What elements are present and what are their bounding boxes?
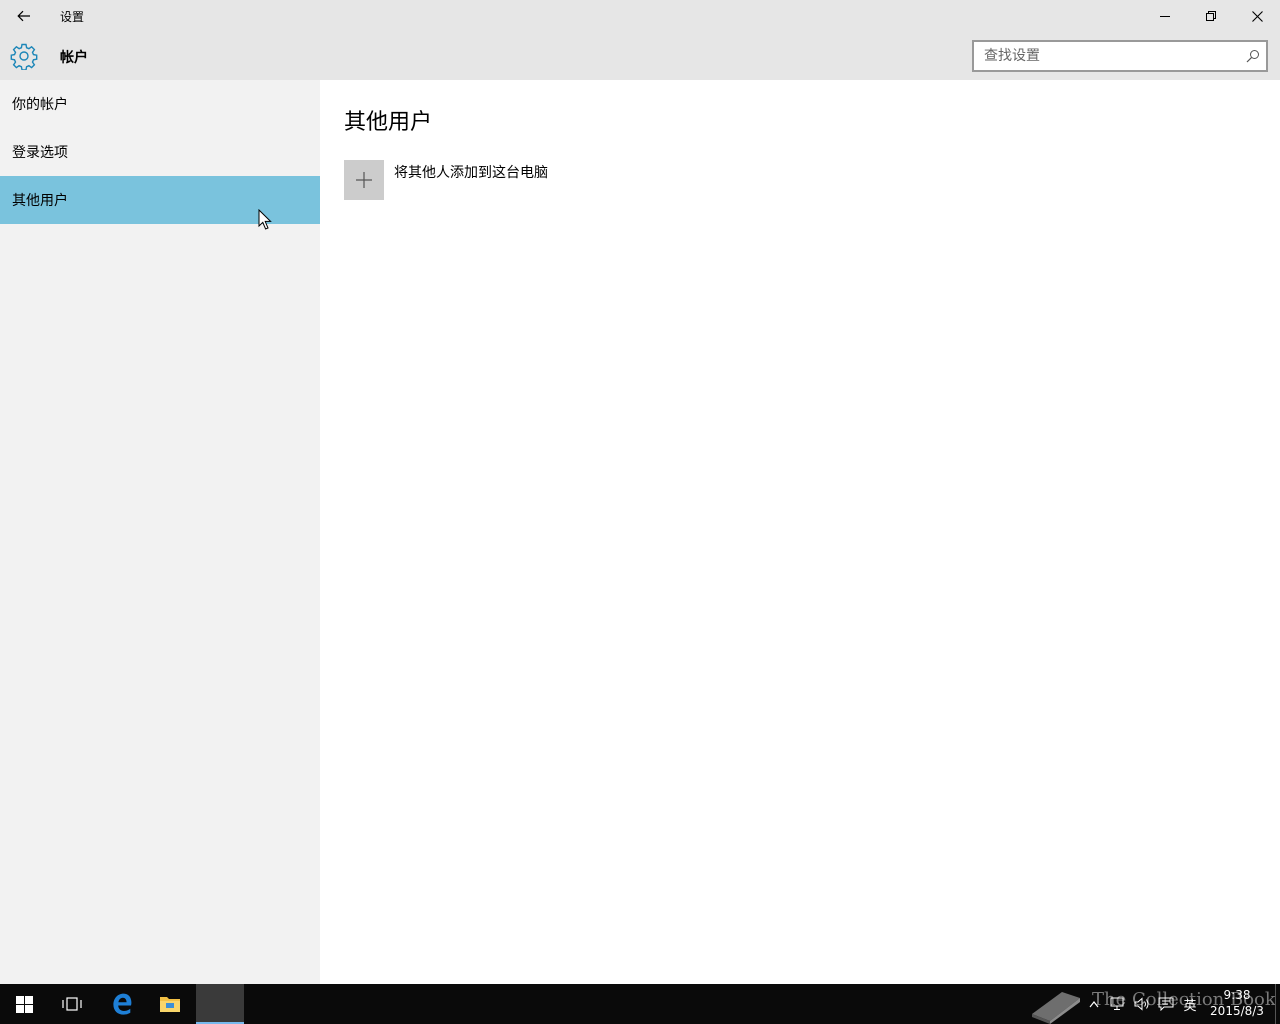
page-category-title: 帐户 — [60, 50, 88, 66]
action-center-icon[interactable] — [1158, 994, 1174, 1014]
show-desktop-button[interactable] — [1275, 984, 1280, 1024]
add-other-user-button[interactable]: 将其他人添加到这台电脑 — [344, 160, 548, 200]
start-button[interactable] — [0, 984, 48, 1024]
taskbar: The Collection Book 英 9:38 2015/8/3 — [0, 984, 1280, 1024]
search-icon[interactable] — [1246, 49, 1260, 63]
gear-icon — [10, 43, 38, 70]
title-bar: 设置 — [0, 0, 1280, 32]
sidebar-item-label: 你的帐户 — [12, 97, 68, 113]
system-tray: 英 — [1086, 994, 1198, 1014]
close-button[interactable] — [1234, 0, 1280, 32]
restore-button[interactable] — [1188, 0, 1234, 32]
task-view-icon — [62, 997, 82, 1011]
settings-taskbar-button[interactable] — [196, 984, 244, 1024]
taskbar-clock[interactable]: 9:38 2015/8/3 — [1206, 987, 1268, 1019]
minimize-button[interactable] — [1142, 0, 1188, 32]
minimize-icon — [1160, 16, 1170, 17]
edge-browser-button[interactable] — [98, 984, 146, 1024]
window-controls — [1142, 0, 1280, 32]
sidebar-item-your-account[interactable]: 你的帐户 — [0, 80, 320, 128]
input-method-indicator[interactable]: 英 — [1182, 994, 1198, 1014]
tray-chevron-up-icon[interactable] — [1086, 994, 1102, 1014]
settings-header: 帐户 — [0, 32, 1280, 80]
file-explorer-button[interactable] — [146, 984, 194, 1024]
main-content: 其他用户 将其他人添加到这台电脑 — [320, 80, 1280, 984]
clock-time: 9:38 — [1223, 988, 1251, 1002]
sidebar-item-label: 登录选项 — [12, 145, 68, 161]
plus-icon — [356, 172, 372, 188]
back-button[interactable] — [8, 4, 40, 28]
add-tile[interactable] — [344, 160, 384, 200]
sidebar-item-sign-in-options[interactable]: 登录选项 — [0, 128, 320, 176]
page-title: 其他用户 — [344, 110, 433, 135]
sidebar: 你的帐户 登录选项 其他用户 — [0, 80, 320, 984]
file-explorer-icon — [160, 997, 180, 1012]
book-watermark-icon — [1032, 992, 1080, 1024]
search-box[interactable] — [972, 40, 1268, 72]
close-icon — [1251, 10, 1263, 22]
edge-browser-icon — [113, 993, 132, 1015]
arrow-left-icon — [17, 10, 30, 22]
task-view-button[interactable] — [48, 984, 96, 1024]
sidebar-item-other-users[interactable]: 其他用户 — [0, 176, 320, 224]
mouse-cursor-icon — [258, 209, 272, 230]
window-title: 设置 — [60, 10, 85, 24]
windows-logo-icon — [15, 995, 33, 1013]
add-user-label: 将其他人添加到这台电脑 — [394, 165, 548, 181]
search-input[interactable] — [974, 42, 1238, 70]
volume-icon[interactable] — [1134, 994, 1150, 1014]
clock-date: 2015/8/3 — [1210, 1004, 1264, 1018]
network-icon[interactable] — [1110, 994, 1126, 1014]
restore-icon — [1206, 11, 1216, 21]
sidebar-item-label: 其他用户 — [12, 193, 68, 209]
